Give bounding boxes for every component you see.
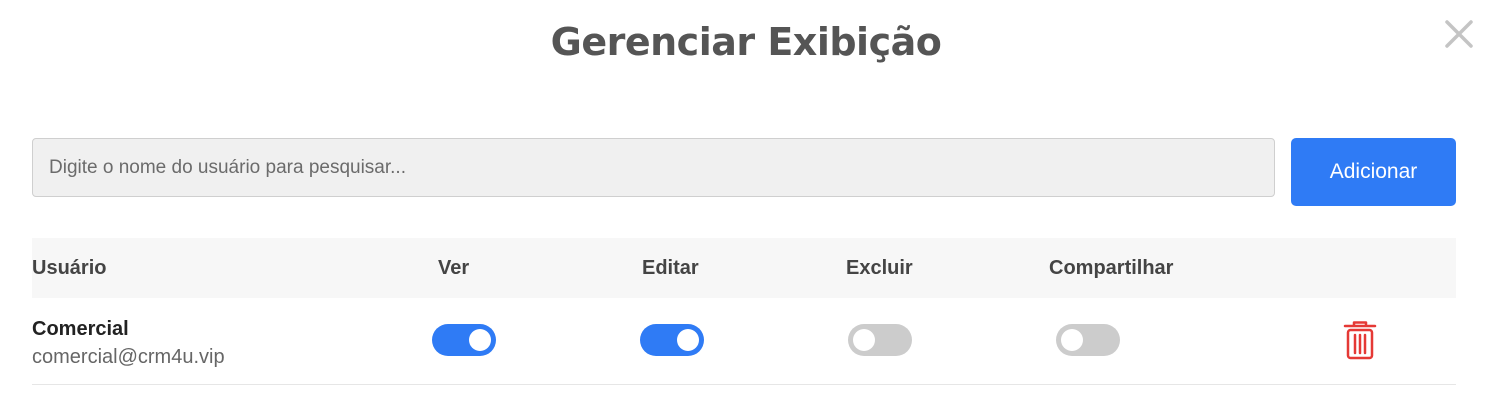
trash-icon — [1343, 321, 1377, 360]
toggle-knob — [469, 329, 491, 351]
share-toggle[interactable] — [1056, 324, 1120, 356]
toggle-knob — [1061, 329, 1083, 351]
toggle-knob — [677, 329, 699, 351]
user-search-input[interactable] — [32, 138, 1275, 197]
add-button[interactable]: Adicionar — [1291, 138, 1456, 206]
header-user: Usuário — [32, 257, 107, 279]
close-button[interactable] — [1443, 18, 1475, 50]
remove-user-button[interactable] — [1343, 320, 1377, 360]
dialog-title: Gerenciar Exibição — [550, 20, 942, 64]
table-header: Usuário Ver Editar Excluir Compartilhar — [32, 238, 1456, 298]
header-view: Ver — [438, 257, 470, 279]
table-row: Comercial comercial@crm4u.vip — [32, 298, 1456, 385]
header-edit: Editar — [642, 257, 699, 279]
user-email: comercial@crm4u.vip — [32, 346, 225, 368]
toggle-knob — [853, 329, 875, 351]
header-share: Compartilhar — [1049, 257, 1174, 279]
header-delete: Excluir — [846, 257, 913, 279]
user-name: Comercial — [32, 318, 129, 340]
close-icon — [1445, 20, 1473, 48]
delete-toggle[interactable] — [848, 324, 912, 356]
edit-toggle[interactable] — [640, 324, 704, 356]
view-toggle[interactable] — [432, 324, 496, 356]
